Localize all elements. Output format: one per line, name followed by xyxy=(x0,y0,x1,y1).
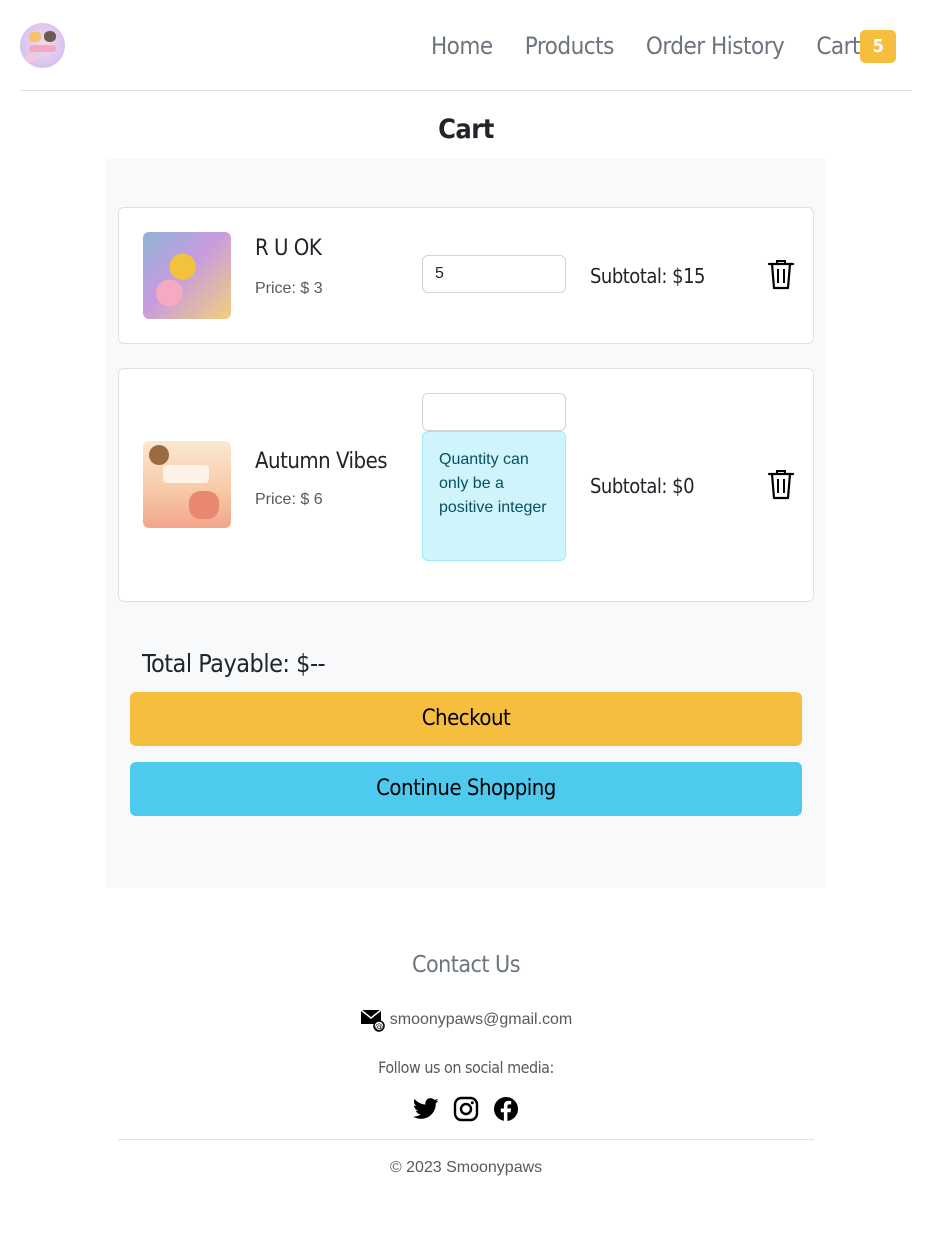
cart-item: R U OK Price: $ 3 Subtotal: $15 xyxy=(118,207,814,344)
product-name: Autumn Vibes xyxy=(255,449,388,474)
cart-item: Autumn Vibes Price: $ 6 Quantity can onl… xyxy=(118,368,814,602)
cart-panel: R U OK Price: $ 3 Subtotal: $15 Autumn V… xyxy=(106,159,826,888)
product-name: R U OK xyxy=(255,236,322,261)
trash-icon[interactable] xyxy=(767,258,795,290)
contact-email[interactable]: smoonypaws@gmail.com xyxy=(390,1011,573,1029)
instagram-icon[interactable] xyxy=(453,1096,479,1127)
site-header: Home Products Order History Cart 5 xyxy=(20,0,912,91)
quantity-input[interactable] xyxy=(422,393,566,431)
nav-home[interactable]: Home xyxy=(431,28,493,64)
continue-shopping-button[interactable]: Continue Shopping xyxy=(130,762,802,816)
checkout-button[interactable]: Checkout xyxy=(130,692,802,746)
page-title: Cart xyxy=(438,114,494,145)
contact-title: Contact Us xyxy=(411,952,521,978)
nav-cart[interactable]: Cart 5 xyxy=(816,28,896,64)
footer-divider xyxy=(118,1139,814,1140)
email-icon: @ xyxy=(360,1009,385,1032)
svg-text:@: @ xyxy=(375,1022,383,1031)
total-payable: Total Payable: $-- xyxy=(142,649,326,678)
product-image xyxy=(143,441,231,528)
facebook-icon[interactable] xyxy=(493,1096,519,1127)
product-price: Price: $ 3 xyxy=(255,280,323,297)
logo[interactable] xyxy=(20,23,65,68)
nav-cart-label: Cart xyxy=(816,32,860,60)
social-links xyxy=(0,1096,932,1127)
quantity-error-alert: Quantity can only be a positive integer xyxy=(422,431,566,561)
nav-order-history[interactable]: Order History xyxy=(646,28,785,64)
copyright: © 2023 Smoonypaws xyxy=(389,1159,543,1176)
cart-count-badge: 5 xyxy=(860,29,896,63)
email-row: @ smoonypaws@gmail.com xyxy=(0,1008,932,1032)
follow-text: Follow us on social media: xyxy=(378,1058,554,1077)
product-price: Price: $ 6 xyxy=(255,491,323,508)
product-image xyxy=(143,232,231,319)
nav-products[interactable]: Products xyxy=(525,28,615,64)
twitter-icon[interactable] xyxy=(412,1098,439,1125)
item-subtotal: Subtotal: $0 xyxy=(590,474,695,498)
trash-icon[interactable] xyxy=(767,468,795,500)
item-subtotal: Subtotal: $15 xyxy=(590,264,706,288)
quantity-input[interactable] xyxy=(422,255,566,293)
main-nav: Home Products Order History Cart 5 xyxy=(399,28,896,64)
